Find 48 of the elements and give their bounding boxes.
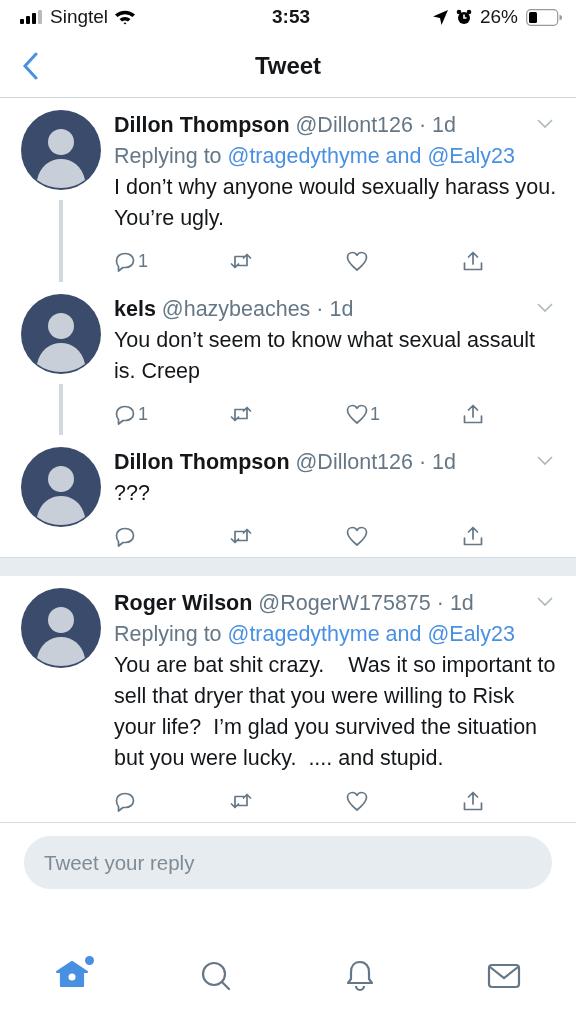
battery-icon xyxy=(526,8,562,26)
replying-to-link[interactable]: @tragedythyme and @Ealy23 xyxy=(227,144,516,168)
replying-to-link[interactable]: @tragedythyme and @Ealy23 xyxy=(227,622,516,646)
heart-icon xyxy=(346,403,368,425)
speech-bubble-icon xyxy=(114,403,136,425)
speech-bubble-icon xyxy=(114,790,136,812)
chevron-down-icon xyxy=(536,118,554,130)
battery-percent: 26% xyxy=(479,6,518,28)
avatar-icon xyxy=(20,110,101,190)
carrier-name: Singtel xyxy=(50,6,109,28)
user-name: Dillon Thompson xyxy=(114,113,290,137)
reply-button[interactable]: 1 xyxy=(114,399,148,429)
reply-button[interactable]: 1 xyxy=(114,246,148,276)
tweet-text: You don’t seem to know what sexual assault is. Creep xyxy=(114,327,537,385)
share-icon xyxy=(462,250,484,272)
speech-bubble-icon xyxy=(114,525,136,547)
wifi-icon xyxy=(114,9,137,25)
user-name: kels xyxy=(114,297,156,321)
chevron-down-icon xyxy=(536,596,554,608)
heart-icon xyxy=(346,525,368,547)
avatar-icon xyxy=(20,294,101,374)
location-arrow-icon xyxy=(432,9,448,25)
tweet-text: You are bat shit crazy. Was it so important to sell that dryer that you were willing to Risk your life? I’m glad you survived the situation but you were lucky. .... and stupid. xyxy=(114,652,557,772)
user-handle-time: @Dillont126 · 1d xyxy=(295,450,456,474)
reply-field[interactable]: Tweet your reply xyxy=(24,836,552,889)
tweet-text: I don’t why anyone would sexually harass you. You’re ugly. xyxy=(114,174,558,232)
speech-bubble-icon xyxy=(114,250,136,272)
chevron-down-icon xyxy=(536,455,554,467)
page-title: Tweet xyxy=(254,51,322,80)
user-name: Dillon Thompson xyxy=(114,450,290,474)
replying-label: Replying to xyxy=(114,622,222,646)
clock-time: 3:53 xyxy=(272,6,310,28)
like-button[interactable]: 1 xyxy=(346,399,380,429)
user-handle-time: @RogerW175875 · 1d xyxy=(258,591,474,615)
chevron-down-icon xyxy=(536,302,554,314)
user-handle-time: @Dillont126 · 1d xyxy=(295,113,456,137)
user-name: Roger Wilson xyxy=(114,591,253,615)
share-icon xyxy=(462,525,484,547)
chevron-left-icon xyxy=(22,51,38,80)
heart-icon xyxy=(346,250,368,272)
signal-icon xyxy=(20,10,44,24)
share-icon xyxy=(462,790,484,812)
user-handle-time: @hazybeaches · 1d xyxy=(161,297,354,321)
tweet-text: ??? xyxy=(114,480,151,507)
share-icon xyxy=(462,403,484,425)
alarm-clock-icon xyxy=(455,9,472,25)
replying-label: Replying to xyxy=(114,144,222,168)
heart-icon xyxy=(346,790,368,812)
